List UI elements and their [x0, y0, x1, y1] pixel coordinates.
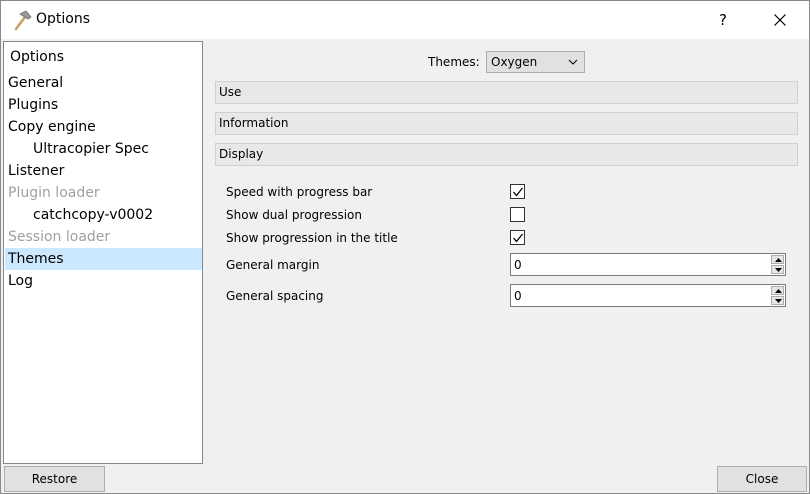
options-category-list: Options General Plugins Copy engine Ultr…: [3, 41, 203, 464]
general-margin-increment[interactable]: [771, 255, 784, 264]
nav-item-plugins[interactable]: Plugins: [5, 94, 202, 116]
speed-progress-checkbox[interactable]: [510, 184, 525, 199]
arrow-up-icon: [775, 289, 782, 293]
options-window: Options ? Options General Plugins Copy e…: [0, 0, 810, 494]
nav-item-ultracopier-spec[interactable]: Ultracopier Spec: [5, 138, 202, 160]
chevron-down-icon: [568, 59, 578, 65]
progress-title-checkbox[interactable]: [510, 230, 525, 245]
general-spacing-value[interactable]: 0: [514, 289, 522, 303]
nav-item-general[interactable]: General: [5, 72, 202, 94]
checkmark-icon: [513, 233, 524, 243]
nav-item-log[interactable]: Log: [5, 270, 202, 292]
general-margin-spinbox[interactable]: 0: [510, 253, 786, 276]
general-margin-decrement[interactable]: [771, 265, 784, 274]
group-information[interactable]: Information: [215, 112, 798, 135]
nav-header: Options: [10, 49, 65, 65]
restore-defaults-button[interactable]: Restore Defaults: [4, 466, 105, 492]
general-spacing-label: General spacing: [226, 289, 324, 303]
arrow-down-icon: [775, 268, 782, 272]
themes-selected-value: Oxygen: [491, 55, 538, 69]
nav-item-session-loader: Session loader: [8, 229, 111, 245]
help-button[interactable]: ?: [703, 1, 743, 39]
progress-title-label: Show progression in the title: [226, 231, 398, 245]
window-title: Options: [36, 11, 91, 27]
hammer-icon: [11, 9, 33, 31]
arrow-down-icon: [775, 299, 782, 303]
nav-item-copy-engine[interactable]: Copy engine: [5, 116, 202, 138]
close-button[interactable]: Close: [717, 466, 807, 492]
nav-item-catchcopy[interactable]: catchcopy-v0002: [5, 204, 202, 226]
checkmark-icon: [513, 187, 524, 197]
title-bar: Options ?: [1, 1, 809, 39]
dual-progression-label: Show dual progression: [226, 208, 363, 222]
general-margin-label: General margin: [226, 258, 320, 272]
nav-item-themes[interactable]: Themes: [5, 248, 202, 270]
dual-progression-checkbox[interactable]: [510, 207, 525, 222]
nav-item-plugin-loader: Plugin loader: [8, 185, 100, 201]
window-close-button[interactable]: [757, 1, 803, 39]
general-spacing-increment[interactable]: [771, 286, 784, 295]
group-use[interactable]: Use: [215, 81, 798, 104]
general-spacing-decrement[interactable]: [771, 296, 784, 305]
close-icon: [774, 14, 786, 26]
themes-label: Themes:: [428, 55, 480, 69]
themes-pane: Themes: Oxygen Use Information Display S…: [207, 41, 807, 461]
nav-item-listener[interactable]: Listener: [5, 160, 202, 182]
general-margin-value[interactable]: 0: [514, 258, 522, 272]
general-spacing-spinbox[interactable]: 0: [510, 284, 786, 307]
speed-progress-label: Speed with progress bar: [226, 185, 373, 199]
themes-dropdown[interactable]: Oxygen: [486, 51, 585, 73]
group-display[interactable]: Display: [215, 143, 798, 166]
arrow-up-icon: [775, 258, 782, 262]
